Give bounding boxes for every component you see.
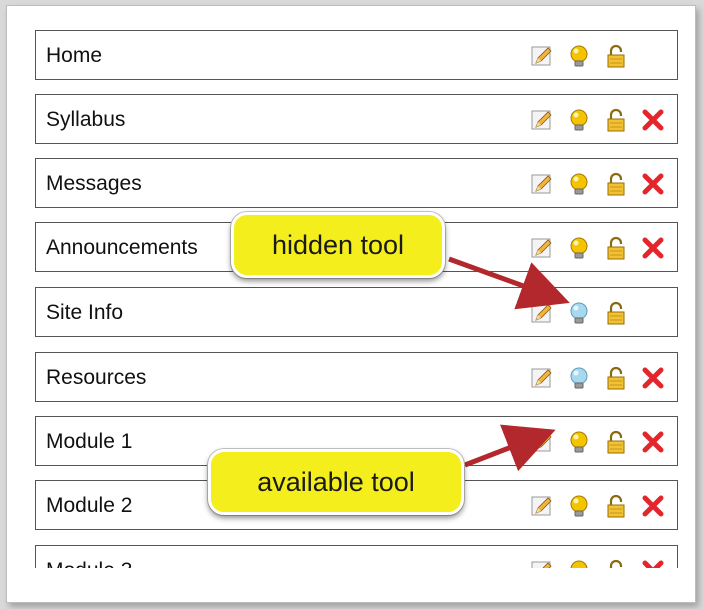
tool-actions: [530, 559, 676, 568]
pencil-icon[interactable]: [530, 236, 554, 260]
tool-row-messages[interactable]: Messages: [35, 158, 678, 208]
pencil-icon[interactable]: [530, 366, 554, 390]
lightbulb-on-icon[interactable]: [567, 430, 591, 454]
tool-name: Home: [46, 44, 103, 67]
tool-actions: [530, 236, 676, 260]
padlock-icon[interactable]: [604, 366, 628, 390]
tool-name: Module 3: [46, 546, 132, 568]
padlock-icon[interactable]: [604, 172, 628, 196]
padlock-icon[interactable]: [604, 44, 628, 68]
lightbulb-off-icon[interactable]: [567, 366, 591, 390]
tool-name: Resources: [46, 366, 147, 389]
lightbulb-off-icon[interactable]: [567, 301, 591, 325]
pencil-icon[interactable]: [530, 108, 554, 132]
tool-row-resources[interactable]: Resources: [35, 352, 678, 402]
lightbulb-on-icon[interactable]: [567, 172, 591, 196]
available-tool-callout: available tool: [208, 449, 464, 515]
tool-name: Site Info: [46, 301, 124, 324]
pencil-icon[interactable]: [530, 494, 554, 518]
tool-name: Syllabus: [46, 108, 126, 131]
tool-row-home[interactable]: Home: [35, 30, 678, 80]
padlock-icon[interactable]: [604, 108, 628, 132]
delete-x-icon[interactable]: [641, 172, 665, 196]
padlock-icon[interactable]: [604, 430, 628, 454]
tool-actions: [530, 301, 676, 325]
tool-actions: [530, 430, 676, 454]
delete-x-icon[interactable]: [641, 366, 665, 390]
padlock-icon[interactable]: [604, 559, 628, 568]
tool-name: Messages: [46, 172, 142, 195]
delete-x-icon[interactable]: [641, 430, 665, 454]
pencil-icon[interactable]: [530, 44, 554, 68]
tool-list-panel: Home Syllabus Messages Announcements Sit…: [6, 5, 696, 603]
pencil-icon[interactable]: [530, 559, 554, 568]
lightbulb-on-icon[interactable]: [567, 108, 591, 132]
tool-row-syllabus[interactable]: Syllabus: [35, 94, 678, 144]
tool-actions: [530, 366, 676, 390]
tool-actions: [530, 108, 676, 132]
hidden-tool-callout: hidden tool: [231, 212, 445, 278]
tool-row-module-3[interactable]: Module 3: [35, 545, 678, 568]
tool-row-site-info[interactable]: Site Info: [35, 287, 678, 337]
lightbulb-on-icon[interactable]: [567, 494, 591, 518]
padlock-icon[interactable]: [604, 301, 628, 325]
padlock-icon[interactable]: [604, 236, 628, 260]
lightbulb-on-icon[interactable]: [567, 44, 591, 68]
tool-name: Module 2: [46, 494, 133, 517]
pencil-icon[interactable]: [530, 172, 554, 196]
tool-actions: [530, 44, 676, 68]
lightbulb-on-icon[interactable]: [567, 236, 591, 260]
pencil-icon[interactable]: [530, 430, 554, 454]
tool-actions: [530, 494, 676, 518]
tool-name: Announcements: [46, 236, 198, 259]
delete-x-icon[interactable]: [641, 108, 665, 132]
delete-x-icon[interactable]: [641, 559, 665, 568]
tool-actions: [530, 172, 676, 196]
lightbulb-on-icon[interactable]: [567, 559, 591, 568]
padlock-icon[interactable]: [604, 494, 628, 518]
pencil-icon[interactable]: [530, 301, 554, 325]
delete-x-icon[interactable]: [641, 236, 665, 260]
delete-x-icon[interactable]: [641, 494, 665, 518]
tool-name: Module 1: [46, 430, 133, 453]
